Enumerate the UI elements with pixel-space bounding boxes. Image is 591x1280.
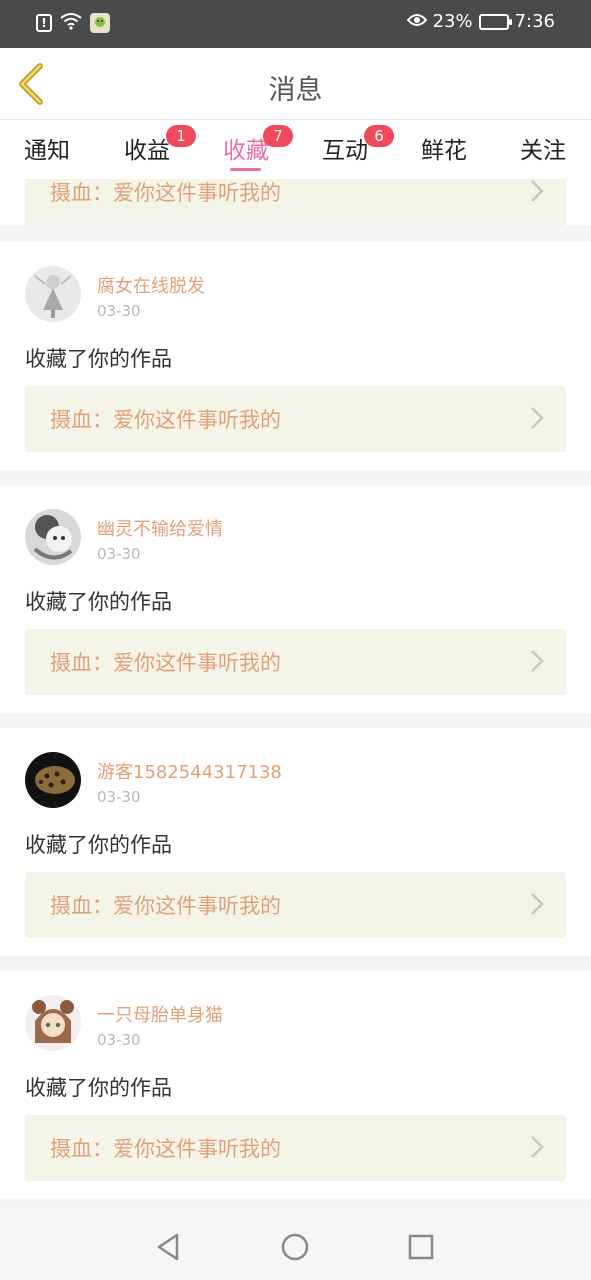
favorites-list[interactable]: 摄血：爱你这件事听我的 腐女在线脱发 03-30 收藏了你的作品 摄血：爱你这件… (0, 179, 591, 1213)
app-notification-icon (90, 13, 110, 33)
username[interactable]: 游客1582544317138 (97, 758, 282, 784)
username[interactable]: 一只母胎单身猫 (97, 1001, 223, 1027)
tab-favorites[interactable]: 收藏 7 (223, 125, 293, 165)
work-link[interactable]: 摄血：爱你这件事听我的 (25, 872, 566, 938)
header: 消息 (0, 48, 591, 120)
tab-following[interactable]: 关注 (520, 131, 566, 165)
avatar[interactable] (25, 995, 81, 1051)
work-title: 摄血：爱你这件事听我的 (50, 651, 281, 675)
eye-icon (406, 11, 427, 32)
chevron-right-icon (531, 407, 544, 429)
chevron-right-icon (531, 893, 544, 915)
item-date: 03-30 (97, 302, 141, 320)
tab-flowers[interactable]: 鲜花 (421, 131, 467, 165)
action-text: 收藏了你的作品 (25, 347, 172, 371)
nav-back-button[interactable] (153, 1231, 185, 1263)
avatar[interactable] (25, 266, 81, 322)
status-time: 7:36 (514, 11, 555, 32)
tab-label: 通知 (24, 138, 70, 164)
action-text: 收藏了你的作品 (25, 1076, 172, 1100)
unread-badge: 1 (166, 125, 196, 147)
tab-label: 关注 (520, 138, 566, 164)
nav-recent-button[interactable] (405, 1231, 437, 1263)
battery-icon (478, 13, 512, 30)
tab-label: 鲜花 (421, 138, 467, 164)
battery-percent: 23% (432, 11, 473, 32)
tab-bar: 通知 收益 1 收藏 7 互动 6 鲜花 关注 (0, 121, 591, 179)
list-item: 摄血：爱你这件事听我的 (0, 179, 591, 225)
item-date: 03-30 (97, 1031, 141, 1049)
triangle-back-icon (157, 1233, 179, 1261)
alert-icon: ! (36, 14, 52, 32)
avatar[interactable] (25, 752, 81, 808)
active-tab-indicator (230, 168, 261, 171)
status-left-icons: ! (36, 12, 110, 34)
work-title: 摄血：爱你这件事听我的 (50, 408, 281, 432)
chevron-right-icon (531, 1136, 544, 1158)
system-nav-bar (0, 1213, 591, 1280)
wifi-icon (60, 12, 82, 34)
username[interactable]: 幽灵不输给爱情 (97, 515, 223, 541)
status-bar: ! 23% 7:36 (0, 0, 591, 48)
item-date: 03-30 (97, 545, 141, 563)
work-link[interactable]: 摄血：爱你这件事听我的 (25, 1115, 566, 1181)
work-title: 摄血：爱你这件事听我的 (50, 181, 281, 205)
work-title: 摄血：爱你这件事听我的 (50, 1137, 281, 1161)
work-link[interactable]: 摄血：爱你这件事听我的 (25, 179, 566, 225)
status-right: 23% 7:36 (406, 11, 555, 32)
page-title: 消息 (268, 75, 323, 106)
circle-home-icon (281, 1233, 309, 1261)
tab-label: 互动 (322, 138, 368, 164)
work-title: 摄血：爱你这件事听我的 (50, 894, 281, 918)
avatar[interactable] (25, 509, 81, 565)
action-text: 收藏了你的作品 (25, 590, 172, 614)
tab-label: 收藏 (223, 138, 269, 164)
avatar-image (25, 266, 81, 322)
square-recent-icon (408, 1234, 434, 1260)
chevron-right-icon (531, 180, 544, 202)
list-item: 幽灵不输给爱情 03-30 收藏了你的作品 摄血：爱你这件事听我的 (0, 485, 591, 713)
username[interactable]: 腐女在线脱发 (97, 272, 205, 298)
nav-home-button[interactable] (279, 1231, 311, 1263)
work-link[interactable]: 摄血：爱你这件事听我的 (25, 386, 566, 452)
tab-notifications[interactable]: 通知 (24, 131, 70, 165)
tab-earnings[interactable]: 收益 1 (124, 125, 196, 165)
list-item: 腐女在线脱发 03-30 收藏了你的作品 摄血：爱你这件事听我的 (0, 242, 591, 470)
chevron-right-icon (531, 650, 544, 672)
action-text: 收藏了你的作品 (25, 833, 172, 857)
avatar-image (25, 752, 81, 808)
item-date: 03-30 (97, 788, 141, 806)
tab-interactions[interactable]: 互动 6 (322, 125, 394, 165)
list-item: 一只母胎单身猫 03-30 收藏了你的作品 摄血：爱你这件事听我的 (0, 971, 591, 1199)
work-link[interactable]: 摄血：爱你这件事听我的 (25, 629, 566, 695)
unread-badge: 6 (364, 125, 394, 147)
avatar-image (25, 509, 81, 565)
list-item: 游客1582544317138 03-30 收藏了你的作品 摄血：爱你这件事听我… (0, 728, 591, 956)
avatar-image (25, 995, 81, 1051)
unread-badge: 7 (263, 125, 293, 147)
tab-label: 收益 (124, 138, 170, 164)
